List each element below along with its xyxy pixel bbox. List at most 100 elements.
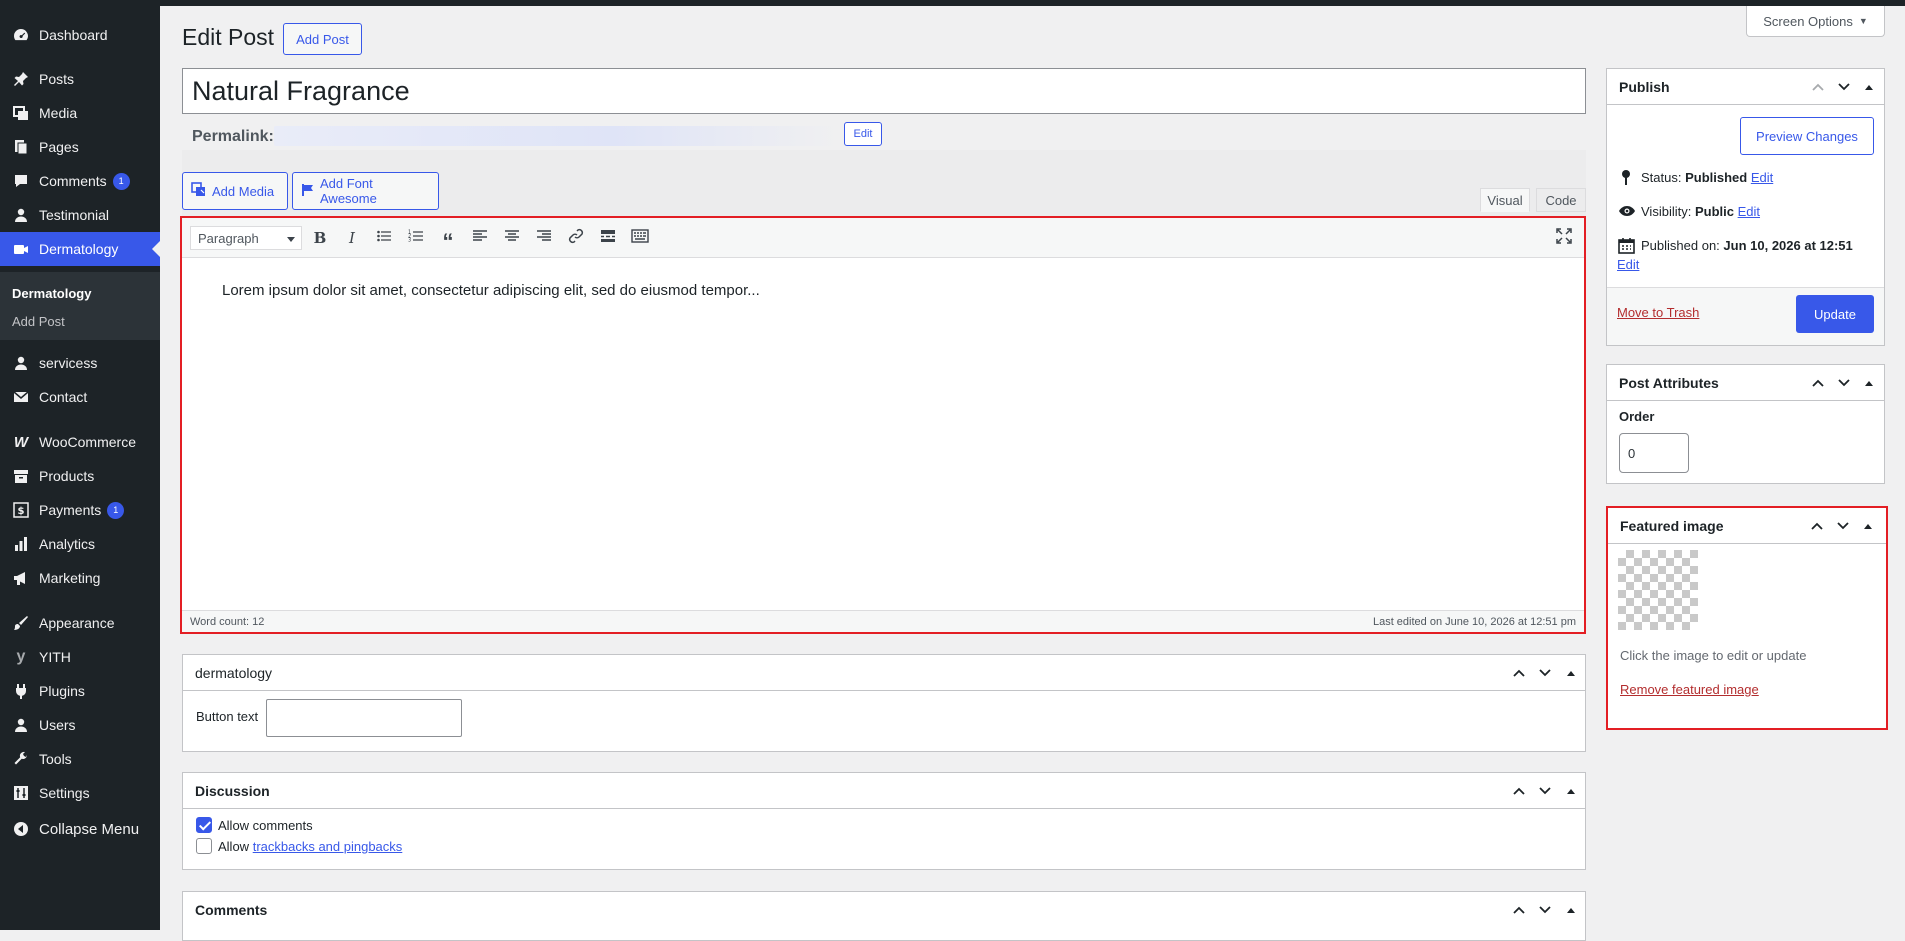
permalink-url[interactable] <box>274 126 840 146</box>
published-on-edit-link[interactable]: Edit <box>1617 257 1639 272</box>
sidebar-item-yith[interactable]: y YITH <box>0 640 160 674</box>
status-edit-link[interactable]: Edit <box>1751 170 1773 185</box>
sidebar-item-comments[interactable]: Comments 1 <box>0 164 160 198</box>
numbered-list-button[interactable]: 123 <box>404 226 428 250</box>
move-down-icon[interactable] <box>1536 782 1554 800</box>
dashboard-icon <box>11 25 31 45</box>
sidebar-item-marketing[interactable]: Marketing <box>0 561 160 595</box>
archive-icon <box>11 466 31 486</box>
toggle-panel-icon[interactable] <box>1562 782 1580 800</box>
screen-options-button[interactable]: Screen Options ▼ <box>1746 6 1885 37</box>
sidebar-item-settings[interactable]: Settings <box>0 776 160 810</box>
last-edited: Last edited on June 10, 2026 at 12:51 pm <box>1372 615 1576 628</box>
format-select[interactable]: Paragraph <box>190 226 302 250</box>
allow-comments-checkbox[interactable] <box>196 817 212 833</box>
move-down-icon[interactable] <box>1536 664 1554 682</box>
tab-visual[interactable]: Visual <box>1480 188 1530 212</box>
sidebar-item-label: Plugins <box>39 683 85 699</box>
visibility-edit-link[interactable]: Edit <box>1738 204 1760 219</box>
toggle-panel-icon[interactable] <box>1860 78 1878 96</box>
visibility-label: Visibility: <box>1641 204 1692 219</box>
button-text-input[interactable] <box>266 699 462 737</box>
move-down-icon[interactable] <box>1536 901 1554 919</box>
sidebar-item-media[interactable]: Media <box>0 96 160 130</box>
sidebar-item-label: Appearance <box>39 615 115 631</box>
order-input[interactable]: 0 <box>1619 433 1689 473</box>
sidebar-item-label: Testimonial <box>39 207 110 223</box>
submenu-item-dermatology[interactable]: Dermatology <box>12 286 91 301</box>
comment-icon <box>11 171 31 191</box>
permalink-edit-button[interactable]: Edit <box>844 122 882 146</box>
align-left-button[interactable] <box>468 226 492 250</box>
toggle-panel-icon[interactable] <box>1562 664 1580 682</box>
editor-status-bar: Word count: 12 Last edited on June 10, 2… <box>182 610 1584 632</box>
metabox-header[interactable]: Comments <box>183 892 1585 928</box>
align-center-icon <box>504 228 520 248</box>
trackbacks-link[interactable]: trackbacks and pingbacks <box>253 839 403 854</box>
sidebar-item-plugins[interactable]: Plugins <box>0 674 160 708</box>
metabox-header[interactable]: Discussion <box>183 773 1585 809</box>
sidebar-item-servicess[interactable]: servicess <box>0 346 160 380</box>
sidebar-item-label: Contact <box>39 389 88 405</box>
move-down-icon[interactable] <box>1835 78 1853 96</box>
post-title-input[interactable]: Natural Fragrance <box>182 68 1586 114</box>
media-icon <box>191 181 207 201</box>
align-right-button[interactable] <box>532 226 556 250</box>
sidebar-item-dashboard[interactable]: Dashboard <box>0 18 160 52</box>
italic-button[interactable]: I <box>340 226 364 250</box>
toolbar-toggle-button[interactable] <box>628 226 652 250</box>
sidebar-item-woocommerce[interactable]: W WooCommerce <box>0 425 160 459</box>
submenu-item-add-post[interactable]: Add Post <box>12 314 65 329</box>
sidebar-item-products[interactable]: Products <box>0 459 160 493</box>
wrench-icon <box>11 749 31 769</box>
sidebar-item-appearance[interactable]: Appearance <box>0 606 160 640</box>
tab-code[interactable]: Code <box>1536 188 1586 212</box>
sidebar-item-label: Dashboard <box>39 27 108 43</box>
sidebar-item-testimonial[interactable]: Testimonial <box>0 198 160 232</box>
move-down-icon[interactable] <box>1835 374 1853 392</box>
sidebar-item-tools[interactable]: Tools <box>0 742 160 776</box>
move-up-icon[interactable] <box>1510 901 1528 919</box>
sidebar-item-analytics[interactable]: Analytics <box>0 527 160 561</box>
collapse-menu-button[interactable]: Collapse Menu <box>0 812 160 846</box>
update-button[interactable]: Update <box>1796 295 1874 333</box>
align-center-button[interactable] <box>500 226 524 250</box>
bullet-list-button[interactable] <box>372 226 396 250</box>
move-up-icon[interactable] <box>1510 664 1528 682</box>
link-icon <box>568 228 584 248</box>
editor-body-text[interactable]: Lorem ipsum dolor sit amet, consectetur … <box>222 282 760 299</box>
bold-button[interactable]: B <box>308 226 332 250</box>
allow-trackbacks-checkbox[interactable] <box>196 838 212 854</box>
sidebar-item-contact[interactable]: Contact <box>0 380 160 414</box>
word-count: Word count: 12 <box>190 615 265 628</box>
fullscreen-button[interactable] <box>1552 226 1576 250</box>
sidebar-item-pages[interactable]: Pages <box>0 130 160 164</box>
blockquote-button[interactable]: “ <box>436 226 460 253</box>
preview-changes-button[interactable]: Preview Changes <box>1740 117 1874 155</box>
publish-metabox: Publish Preview Changes Status: Publishe… <box>1606 68 1885 346</box>
insert-link-button[interactable] <box>564 226 588 250</box>
sidebar-item-payments[interactable]: $ Payments 1 <box>0 493 160 527</box>
dermatology-metabox: dermatology Button text <box>182 654 1586 752</box>
add-font-awesome-button[interactable]: Add Font Awesome <box>292 172 439 210</box>
sidebar-item-users[interactable]: Users <box>0 708 160 742</box>
move-up-icon[interactable] <box>1809 374 1827 392</box>
sidebar-item-label: YITH <box>39 649 71 665</box>
toggle-panel-icon[interactable] <box>1562 901 1580 919</box>
sidebar-item-dermatology[interactable]: Dermatology <box>0 232 160 266</box>
metabox-header[interactable]: dermatology <box>183 655 1585 691</box>
add-post-button[interactable]: Add Post <box>283 23 362 55</box>
bullet-list-icon <box>376 228 392 248</box>
sidebar-item-posts[interactable]: Posts <box>0 62 160 96</box>
move-to-trash-link[interactable]: Move to Trash <box>1617 305 1699 320</box>
read-more-button[interactable] <box>596 226 620 250</box>
italic-icon: I <box>349 229 355 247</box>
published-on-label: Published on: <box>1641 238 1720 253</box>
move-up-icon[interactable] <box>1809 78 1827 96</box>
numbered-list-icon: 123 <box>408 228 424 248</box>
add-media-button[interactable]: Add Media <box>182 172 288 210</box>
move-up-icon[interactable] <box>1510 782 1528 800</box>
add-media-label: Add Media <box>212 183 275 199</box>
featured-image-highlight <box>1606 506 1888 730</box>
toggle-panel-icon[interactable] <box>1860 374 1878 392</box>
